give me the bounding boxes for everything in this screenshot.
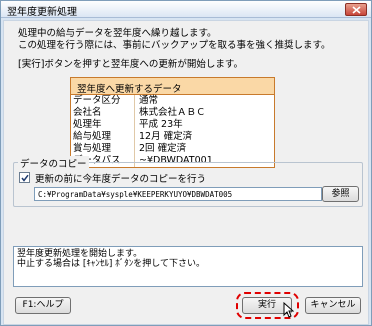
copy-before-update-label[interactable]: 更新の前に今年度データのコピーを行う	[35, 171, 206, 185]
dialog-window: 翌年度更新処理 処理中の給与データを翌年度へ繰り越します。 この処理を行う際には…	[0, 0, 372, 326]
row-value: 平成 23年	[139, 119, 183, 130]
mouse-pointer-icon	[283, 302, 294, 318]
browse-button[interactable]: 参照	[322, 186, 359, 202]
table-row: 賞与処理 2回 確定済	[71, 143, 274, 155]
data-copy-legend: データのコピー	[18, 156, 89, 170]
checkmark-icon	[21, 174, 29, 182]
copy-before-update-checkbox[interactable]	[19, 172, 30, 183]
row-value: 株式会社ＡＢＣ	[139, 107, 206, 118]
message-line-2: この処理を行う際には、事前にバックアップを取る事を強く推奨します。	[18, 40, 331, 51]
row-key: 会社名	[71, 107, 135, 119]
table-row: 給与処理 12月 確定済	[71, 131, 274, 143]
row-value: 通常	[139, 95, 159, 106]
dialog-body: 処理中の給与データを翌年度へ繰り越します。 この処理を行う際には、事前にバックア…	[3, 20, 369, 325]
window-title: 翌年度更新処理	[7, 7, 77, 18]
data-copy-group: データのコピー 更新の前に今年度データのコピーを行う C:¥ProgramDat…	[13, 156, 363, 207]
update-data-header: 翌年度へ更新するデータ	[71, 78, 274, 95]
row-key: 賞与処理	[71, 143, 135, 155]
row-key: 給与処理	[71, 131, 135, 143]
help-button[interactable]: F1:ヘルプ	[15, 297, 71, 314]
message-line-3: [実行]ボタンを押すと翌年度への更新が開始します。	[18, 59, 243, 70]
title-bar[interactable]: 翌年度更新処理	[1, 1, 371, 18]
cancel-button[interactable]: キャンセル	[305, 297, 361, 314]
row-key: 処理年	[71, 119, 135, 131]
row-value: 2回 確定済	[139, 143, 187, 154]
table-row: 会社名 株式会社ＡＢＣ	[71, 107, 274, 119]
copy-path-field[interactable]: C:¥ProgramData¥sysple¥KEEPERKYUYO¥DBWDAT…	[34, 187, 322, 201]
update-data-table: 翌年度へ更新するデータ データ区分 通常 会社名 株式会社ＡＢＣ 処理年 平成 …	[70, 77, 275, 168]
log-line-1: 翌年度更新処理を開始します。	[17, 249, 143, 259]
message-line-1: 処理中の給与データを翌年度へ繰り越します。	[18, 28, 217, 39]
row-value: 12月 確定済	[139, 131, 193, 142]
table-row: 処理年 平成 23年	[71, 119, 274, 131]
row-key: データ区分	[71, 95, 135, 107]
close-button[interactable]	[345, 3, 367, 16]
close-icon	[352, 6, 361, 14]
status-log[interactable]: 翌年度更新処理を開始します。 中止する場合は [ｷｬﾝｾﾙ] ﾎﾞﾀﾝを押して下…	[13, 246, 363, 287]
log-line-2: 中止する場合は [ｷｬﾝｾﾙ] ﾎﾞﾀﾝを押して下さい。	[17, 259, 205, 269]
table-row: データ区分 通常	[71, 95, 274, 107]
